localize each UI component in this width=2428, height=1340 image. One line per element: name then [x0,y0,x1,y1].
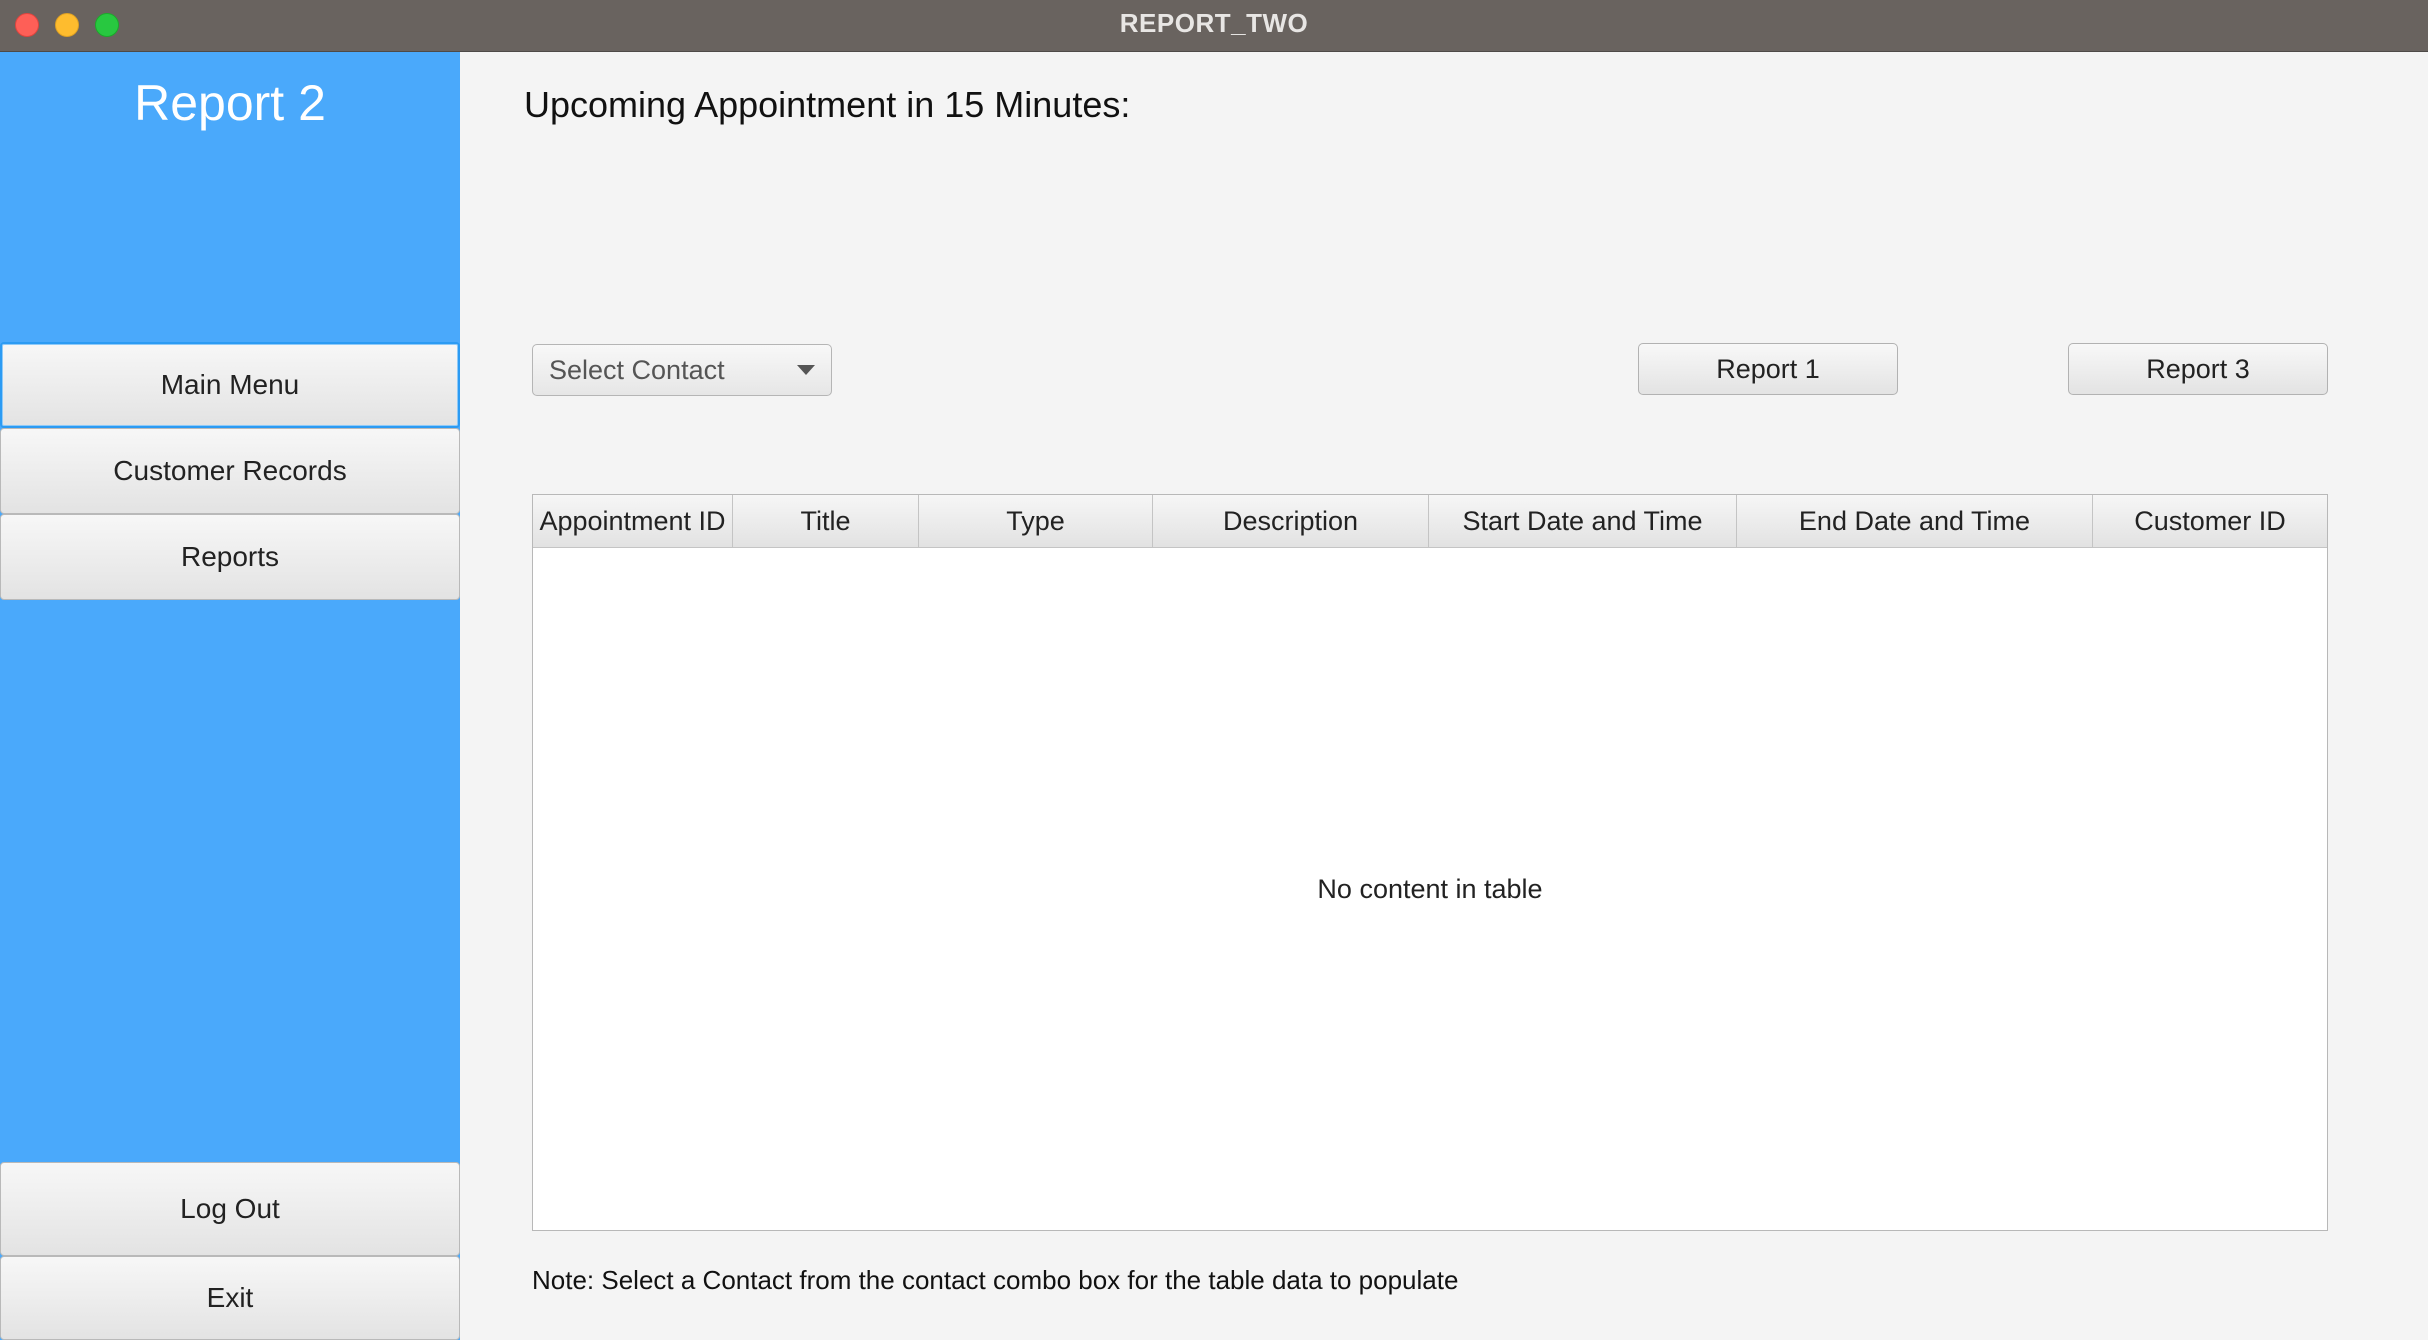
window-title: REPORT_TWO [1119,8,1309,38]
column-header-description[interactable]: Description [1153,495,1429,548]
report-1-button[interactable]: Report 1 [1638,343,1898,395]
column-header-start-date-time[interactable]: Start Date and Time [1429,495,1737,548]
page-heading: Upcoming Appointment in 15 Minutes: [524,84,1131,125]
app-window: REPORT_TWO Report 2 Main Menu Customer R… [0,0,2428,1340]
column-header-end-date-time[interactable]: End Date and Time [1737,495,2093,548]
chevron-down-icon [797,365,815,375]
report-3-button[interactable]: Report 3 [2068,343,2328,395]
sidebar-title: Report 2 [134,75,326,131]
table-header: Appointment ID Title Type Description St… [533,495,2327,548]
customer-records-button[interactable]: Customer Records [0,428,460,514]
title-bar: REPORT_TWO [0,0,2428,52]
log-out-button[interactable]: Log Out [0,1162,460,1256]
column-header-title[interactable]: Title [733,495,919,548]
column-header-type[interactable]: Type [919,495,1153,548]
appointments-table[interactable]: Appointment ID Title Type Description St… [532,494,2328,1231]
main-menu-button[interactable]: Main Menu [0,342,460,428]
exit-button[interactable]: Exit [0,1256,460,1340]
column-header-appointment-id[interactable]: Appointment ID [533,495,733,548]
reports-button[interactable]: Reports [0,514,460,600]
contact-combo-placeholder: Select Contact [549,354,725,385]
table-empty-message: No content in table [1317,873,1543,904]
sidebar: Report 2 Main Menu Customer Records Repo… [0,52,460,1340]
contact-combo-box[interactable]: Select Contact [532,344,832,396]
column-header-customer-id[interactable]: Customer ID [2093,495,2327,548]
note-text: Note: Select a Contact from the contact … [532,1265,1459,1295]
